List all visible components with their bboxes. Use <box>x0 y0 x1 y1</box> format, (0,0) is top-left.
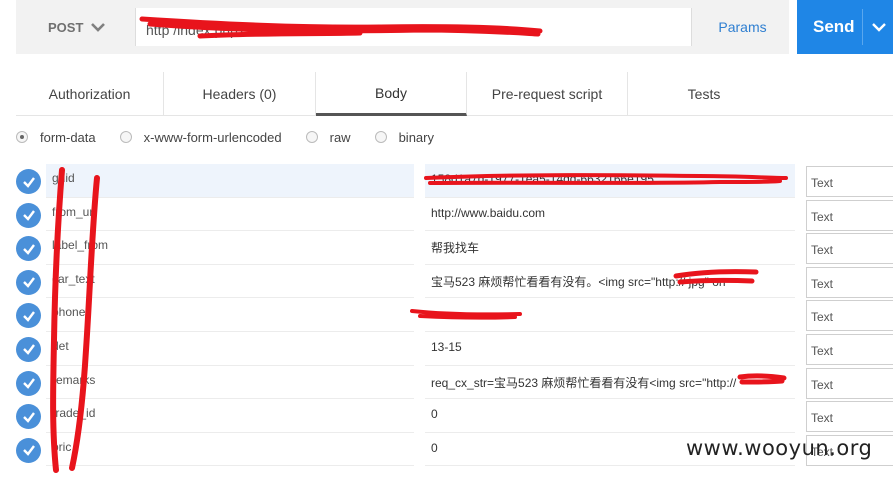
row-type-select[interactable]: Text <box>806 367 893 399</box>
row-type-select[interactable]: Text <box>806 401 893 433</box>
row-value-input[interactable]: http://www.baidu.com <box>425 198 795 232</box>
send-divider <box>862 9 863 45</box>
radio-form-data[interactable]: form-data <box>16 130 96 145</box>
body-type-options: form-data x-www-form-urlencoded raw bina… <box>16 127 458 147</box>
method-select[interactable]: POST <box>16 0 134 54</box>
row-enabled-checkbox-icon[interactable] <box>16 269 41 295</box>
row-enabled-checkbox-icon[interactable] <box>16 404 41 430</box>
radio-binary[interactable]: binary <box>374 129 434 145</box>
row-key-input[interactable]: trade_id <box>46 399 414 433</box>
tab-pre-request-script[interactable]: Pre-request script <box>467 72 628 116</box>
row-type-select[interactable]: Text <box>806 199 893 231</box>
row-enabled-checkbox-icon[interactable] <box>16 336 41 362</box>
send-label: Send <box>813 17 855 36</box>
row-value-input[interactable] <box>425 298 795 332</box>
radio-unchecked-icon[interactable] <box>374 131 387 143</box>
form-row: det 13-15 Text <box>0 332 893 366</box>
row-enabled-checkbox-icon[interactable] <box>16 202 41 228</box>
radio-label: raw <box>329 129 351 145</box>
row-key-input[interactable]: guid <box>46 164 414 198</box>
radio-unchecked-icon[interactable] <box>119 131 132 143</box>
send-button[interactable]: Send <box>797 0 893 54</box>
tab-headers[interactable]: Headers (0) <box>164 72 316 116</box>
row-type-select[interactable]: Text <box>806 166 893 197</box>
tab-body[interactable]: Body <box>316 72 467 116</box>
row-type-select[interactable]: Text <box>806 233 893 265</box>
row-key-input[interactable]: label_from <box>46 231 414 265</box>
form-row: car_text 宝马523 麻烦帮忙看看有没有。<img src="http:/… <box>0 265 893 299</box>
radio-raw[interactable]: raw <box>305 129 351 145</box>
row-type-select[interactable]: Text <box>806 300 893 332</box>
form-row: phone Text <box>0 298 893 332</box>
form-data-table: guid 158d1a7d-1977-1ea5-14dd-6632166e195 T… <box>0 164 893 467</box>
form-row: remarks req_cx_str=宝马523 麻烦帮忙看看有没有<img sr… <box>0 366 893 400</box>
url-input[interactable]: http /index.php? <box>135 8 692 46</box>
row-key-input[interactable]: from_ur <box>46 198 414 232</box>
row-value-input[interactable]: req_cx_str=宝马523 麻烦帮忙看看有没有<img src="http… <box>425 366 795 400</box>
radio-unchecked-icon[interactable] <box>305 131 318 143</box>
radio-label: form-data <box>40 129 96 145</box>
send-options-chevron-icon[interactable] <box>872 22 886 32</box>
chevron-down-icon <box>91 23 106 32</box>
form-row: from_ur http://www.baidu.com Text <box>0 198 893 232</box>
row-value-input[interactable]: 宝马523 麻烦帮忙看看有没有。<img src="http:// jpg" o… <box>425 265 795 299</box>
row-key-input[interactable]: car_text <box>46 265 414 299</box>
tab-authorization[interactable]: Authorization <box>16 72 164 116</box>
row-key-input[interactable]: phone <box>46 298 414 332</box>
form-row: trade_id 0 Text <box>0 399 893 433</box>
row-key-input[interactable]: remarks <box>46 366 414 400</box>
tab-tests[interactable]: Tests <box>628 72 780 116</box>
row-key-input[interactable]: pric <box>46 433 414 467</box>
row-enabled-checkbox-icon[interactable] <box>16 236 41 262</box>
request-bar: POST http /index.php? Params <box>16 0 789 54</box>
row-type-select[interactable]: Text <box>806 333 893 365</box>
row-enabled-checkbox-icon[interactable] <box>16 303 41 329</box>
row-value-input[interactable]: 帮我找车 <box>425 231 795 265</box>
radio-label: binary <box>398 129 434 145</box>
row-enabled-checkbox-icon[interactable] <box>16 437 41 463</box>
method-label: POST <box>48 19 84 35</box>
watermark: www.wooyun.org <box>686 436 873 460</box>
params-button[interactable]: Params <box>696 0 789 54</box>
form-row: guid 158d1a7d-1977-1ea5-14dd-6632166e195 T… <box>0 164 893 198</box>
row-enabled-checkbox-icon[interactable] <box>16 370 41 396</box>
row-value-input[interactable]: 0 <box>425 399 795 433</box>
form-row: label_from 帮我找车 Text <box>0 231 893 265</box>
radio-x-www-form-urlencoded[interactable]: x-www-form-urlencoded <box>119 129 282 145</box>
row-value-input[interactable]: 158d1a7d-1977-1ea5-14dd-6632166e195 <box>425 164 795 198</box>
request-tabs: Authorization Headers (0) Body Pre-reque… <box>16 72 893 116</box>
radio-checked-icon[interactable] <box>16 131 28 143</box>
row-key-input[interactable]: det <box>46 332 414 366</box>
row-value-input[interactable]: 13-15 <box>425 332 795 366</box>
row-type-select[interactable]: Text <box>806 266 893 298</box>
radio-label: x-www-form-urlencoded <box>143 129 282 145</box>
row-enabled-checkbox-icon[interactable] <box>16 169 41 194</box>
